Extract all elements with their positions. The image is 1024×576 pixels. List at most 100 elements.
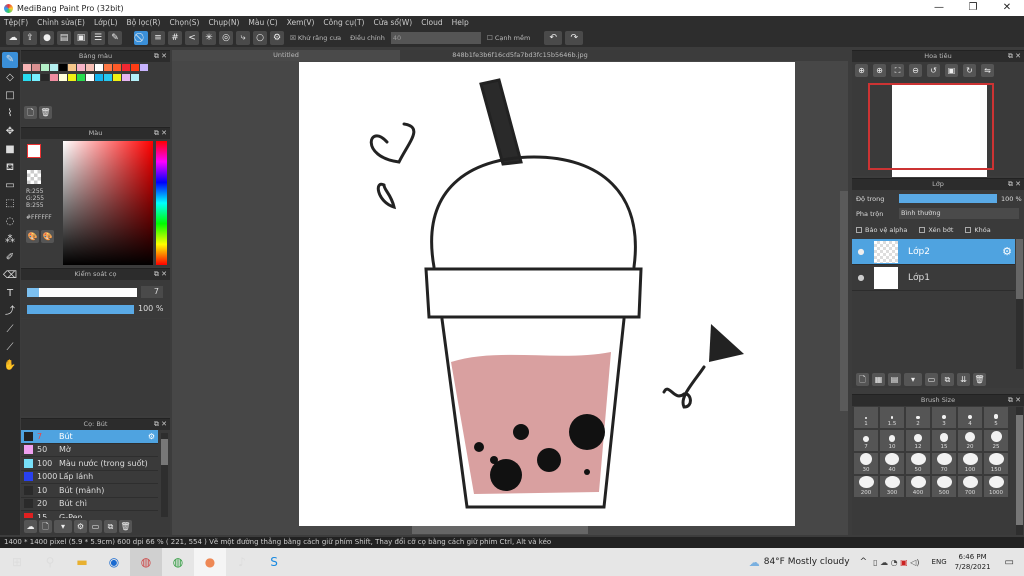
tab-image[interactable]: 848b1fe3b6f16cd5fa7bd3fc15b5646b.jpg bbox=[400, 50, 640, 61]
blend-mode-select[interactable]: Bình thường bbox=[899, 208, 1019, 219]
brush-settings-icon[interactable]: ⚙ bbox=[74, 520, 87, 533]
layer-scrollbar[interactable] bbox=[1016, 239, 1023, 369]
search-icon[interactable]: ⚲ bbox=[34, 548, 66, 576]
brush-size-cell[interactable]: 3 bbox=[931, 406, 957, 429]
panel-close-icon[interactable]: ⧉ ✕ bbox=[1008, 179, 1021, 190]
select-tool-icon[interactable]: ⬚ bbox=[2, 196, 18, 212]
brush-size-cell[interactable]: 100 bbox=[957, 452, 983, 475]
brush-size-cell[interactable]: 70 bbox=[931, 452, 957, 475]
transparent-color[interactable] bbox=[27, 170, 41, 184]
brush-size-cell[interactable]: 15 bbox=[931, 429, 957, 452]
eraser-tool-icon[interactable]: ◇ bbox=[2, 70, 18, 86]
color-swatch[interactable] bbox=[95, 64, 103, 71]
color-swatch[interactable] bbox=[23, 64, 31, 71]
clock[interactable]: 6:46 PM 7/28/2021 bbox=[955, 552, 991, 572]
brush-item[interactable]: 100 Màu nước (trong suốt) bbox=[21, 457, 158, 471]
clipping-checkbox[interactable]: Xén bớt bbox=[919, 226, 953, 234]
hue-slider[interactable] bbox=[156, 141, 167, 265]
brush-size-cell[interactable]: 50 bbox=[905, 452, 931, 475]
delete-swatch-icon[interactable]: 🗑 bbox=[39, 106, 52, 119]
color-swatch[interactable] bbox=[131, 74, 139, 81]
chrome-profile-icon[interactable]: ◍ bbox=[130, 548, 162, 576]
vertical-scrollbar[interactable] bbox=[840, 191, 848, 411]
file-explorer-icon[interactable]: ▬ bbox=[66, 548, 98, 576]
brush-size-cell[interactable]: 2 bbox=[905, 406, 931, 429]
menu-item[interactable]: Chụp(N) bbox=[208, 18, 239, 27]
add-layer-dropdown-icon[interactable]: ▾ bbox=[904, 373, 922, 386]
brush-item[interactable]: 7 Bút ⚙ bbox=[21, 430, 158, 444]
brush-size-cell[interactable]: 1000 bbox=[983, 475, 1009, 498]
color-swatch[interactable] bbox=[113, 74, 121, 81]
fill-rect-tool-icon[interactable]: ■ bbox=[2, 142, 18, 158]
brush-cloud-icon[interactable]: ☁ bbox=[24, 520, 37, 533]
brush-folder-icon[interactable]: ▭ bbox=[89, 520, 102, 533]
brush-size-cell[interactable]: 20 bbox=[957, 429, 983, 452]
layer-opacity-slider[interactable] bbox=[899, 194, 997, 203]
panel-close-icon[interactable]: ⧉ ✕ bbox=[1008, 395, 1021, 406]
divide-tool-icon[interactable]: ⟋ bbox=[2, 322, 18, 338]
palette-icon[interactable]: 🎨 bbox=[26, 230, 39, 243]
brush-size-cell[interactable]: 40 bbox=[879, 452, 905, 475]
perspective-snap-icon[interactable]: < bbox=[185, 31, 199, 45]
new-brush-icon[interactable]: 🗋 bbox=[39, 520, 52, 533]
eyedropper-tool-icon[interactable]: ⟋ bbox=[2, 340, 18, 356]
navigator-viewport[interactable] bbox=[868, 83, 994, 170]
color-swatch[interactable] bbox=[32, 64, 40, 71]
tiktok-icon[interactable]: ♪ bbox=[226, 548, 258, 576]
brush-opacity-slider[interactable] bbox=[27, 305, 134, 314]
lock-checkbox[interactable]: Khóa bbox=[965, 226, 991, 234]
page-icon[interactable]: ▣ bbox=[74, 31, 88, 45]
brush-size-cell[interactable]: 700 bbox=[957, 475, 983, 498]
brush-list-scrollbar[interactable] bbox=[161, 433, 168, 517]
color-swatch[interactable] bbox=[68, 74, 76, 81]
color-swatch[interactable] bbox=[86, 64, 94, 71]
zoom-out-icon[interactable]: ⊖ bbox=[909, 64, 922, 77]
palette-edit-icon[interactable]: 🎨 bbox=[41, 230, 54, 243]
color-swatch[interactable] bbox=[77, 74, 85, 81]
radial-snap-icon[interactable]: ✳ bbox=[202, 31, 216, 45]
drawing-canvas[interactable] bbox=[299, 62, 795, 526]
brush-size-cell[interactable]: 10 bbox=[879, 429, 905, 452]
comment-icon[interactable]: ● bbox=[40, 31, 54, 45]
duplicate-layer-icon[interactable]: ⧉ bbox=[941, 373, 954, 386]
adjust-select[interactable]: 40 bbox=[390, 32, 481, 44]
brush-item[interactable]: 15 G-Pen bbox=[21, 511, 158, 518]
color-swatch[interactable] bbox=[59, 74, 67, 81]
move-tool-icon[interactable]: ✥ bbox=[2, 124, 18, 140]
maximize-button[interactable]: ❐ bbox=[956, 0, 990, 16]
share-icon[interactable]: ⇪ bbox=[23, 31, 37, 45]
delete-layer-icon[interactable]: 🗑 bbox=[973, 373, 986, 386]
color-swatch[interactable] bbox=[113, 64, 121, 71]
select-eraser-tool-icon[interactable]: ⌫ bbox=[2, 268, 18, 284]
brush-item[interactable]: 50 Mờ bbox=[21, 444, 158, 457]
brush-item[interactable]: 10 Bút (mảnh) bbox=[21, 484, 158, 498]
brush-size-cell[interactable]: 1.5 bbox=[879, 406, 905, 429]
menu-item[interactable]: Lớp(L) bbox=[94, 18, 118, 27]
saturation-value-picker[interactable] bbox=[63, 141, 153, 265]
menu-item[interactable]: Màu (C) bbox=[248, 18, 277, 27]
edit-icon[interactable]: ✎ bbox=[108, 31, 122, 45]
visibility-icon[interactable]: ● bbox=[852, 247, 870, 256]
menu-item[interactable]: Xem(V) bbox=[287, 18, 315, 27]
brush-size-cell[interactable]: 200 bbox=[853, 475, 879, 498]
soften-checkbox[interactable]: ☐ Cạnh mềm bbox=[487, 34, 530, 42]
rectangle-tool-icon[interactable]: □ bbox=[2, 88, 18, 104]
merge-layer-icon[interactable]: ⇊ bbox=[957, 373, 970, 386]
color-swatch[interactable] bbox=[86, 74, 94, 81]
snap-off-icon[interactable]: ⃠ bbox=[134, 31, 148, 45]
color-swatch[interactable] bbox=[104, 74, 112, 81]
curve-snap-icon[interactable]: ⤷ bbox=[236, 31, 250, 45]
layer-item[interactable]: ● Lớp1 bbox=[852, 265, 1015, 291]
brush-size-cell[interactable]: 30 bbox=[853, 452, 879, 475]
color-swatch[interactable] bbox=[104, 64, 112, 71]
brush-size-cell[interactable]: 12 bbox=[905, 429, 931, 452]
menu-item[interactable]: Tệp(F) bbox=[4, 18, 28, 27]
snap-settings-icon[interactable]: ⚙ bbox=[270, 31, 284, 45]
pen-tool-icon[interactable]: ✎ bbox=[2, 52, 18, 68]
bucket-tool-icon[interactable]: ⛾ bbox=[2, 160, 18, 176]
list-icon[interactable]: ☰ bbox=[91, 31, 105, 45]
color-swatch[interactable] bbox=[41, 74, 49, 81]
color-swatch[interactable] bbox=[50, 64, 58, 71]
visibility-icon[interactable]: ● bbox=[852, 273, 870, 282]
brush-size-cell[interactable]: 25 bbox=[983, 429, 1009, 452]
